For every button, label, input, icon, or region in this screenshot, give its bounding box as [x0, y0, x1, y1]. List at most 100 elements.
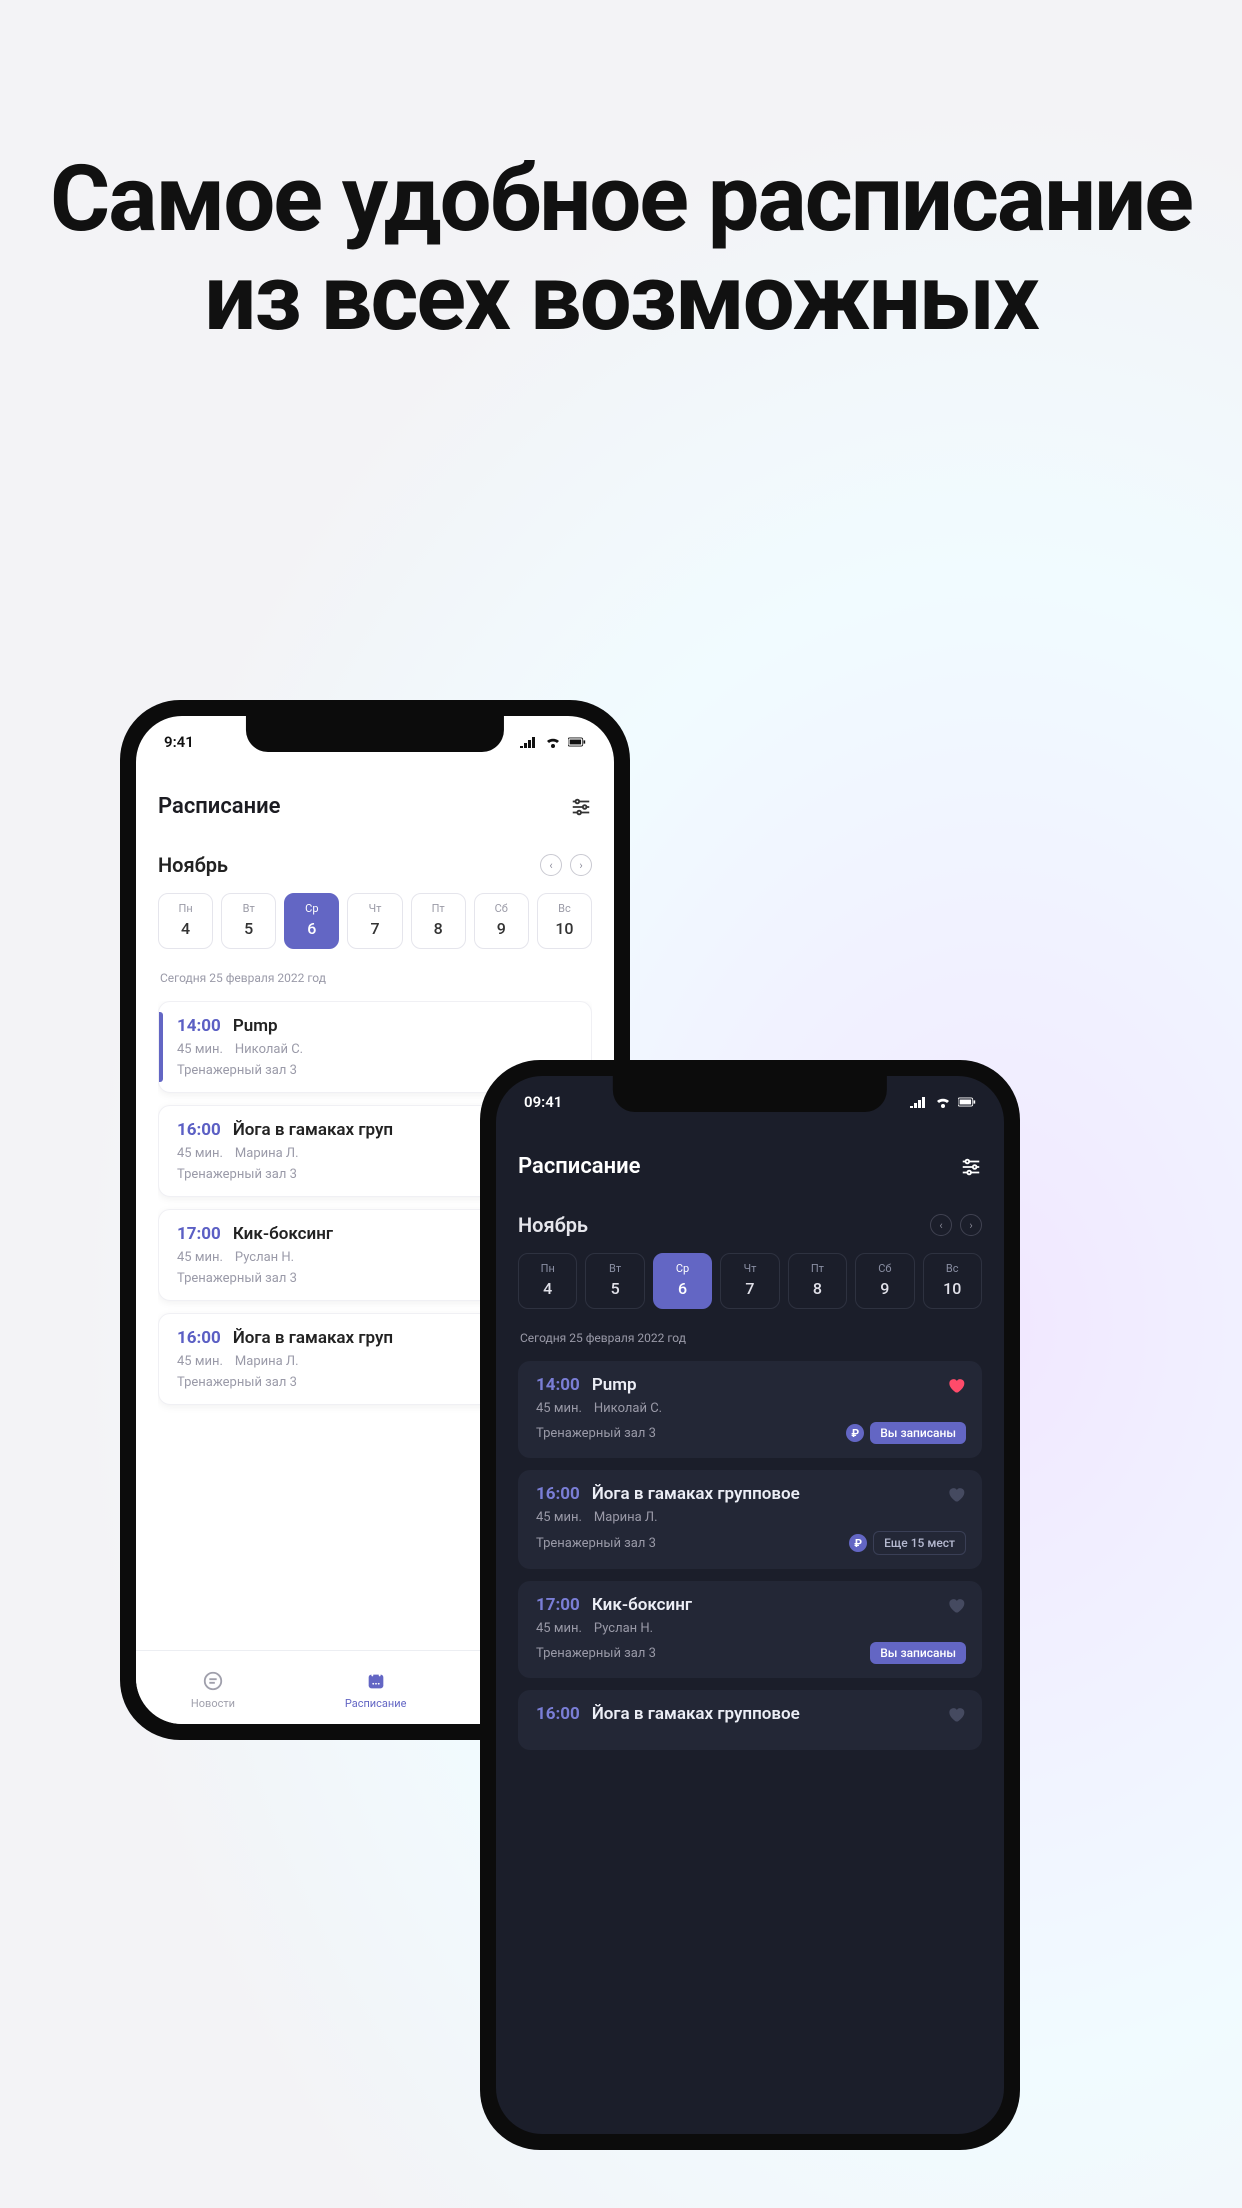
day-cell[interactable]: Ср 6 — [284, 893, 339, 949]
session-room: Тренажерный зал 3 — [177, 1167, 297, 1182]
day-dow: Ср — [285, 902, 338, 915]
page-title: Расписание — [518, 1154, 640, 1179]
day-num: 8 — [789, 1279, 846, 1298]
day-num: 8 — [412, 919, 465, 938]
day-cell[interactable]: Ср 6 — [653, 1253, 712, 1309]
session-time: 16:00 — [536, 1704, 580, 1724]
session-duration: 45 мин. — [177, 1354, 223, 1369]
session-time: 17:00 — [177, 1224, 221, 1244]
session-card[interactable]: 17:00 Кик-боксинг 45 мин. Руслан Н. Трен… — [518, 1581, 982, 1678]
day-num: 7 — [721, 1279, 778, 1298]
day-dow: Пт — [789, 1262, 846, 1275]
session-trainer: Марина Л. — [235, 1146, 299, 1161]
today-label: Сегодня 25 февраля 2022 год — [520, 1331, 982, 1345]
session-card[interactable]: 14:00 Pump 45 мин. Николай С. Тренажерны… — [518, 1361, 982, 1458]
notch — [613, 1076, 887, 1112]
day-dow: Вс — [924, 1262, 981, 1275]
day-cell[interactable]: Сб 9 — [855, 1253, 914, 1309]
session-card[interactable]: 16:00 Йога в гамаках групповое 45 мин. М… — [518, 1470, 982, 1569]
next-week-button[interactable]: › — [570, 854, 592, 876]
day-cell[interactable]: Пт 8 — [411, 893, 466, 949]
day-num: 6 — [654, 1279, 711, 1298]
day-num: 5 — [586, 1279, 643, 1298]
filter-icon[interactable] — [570, 796, 592, 818]
day-num: 10 — [924, 1279, 981, 1298]
day-cell[interactable]: Вс10 — [537, 893, 592, 949]
signal-icon — [520, 736, 538, 748]
day-cell[interactable]: Сб9 — [474, 893, 529, 949]
ruble-badge: ₽ — [849, 1534, 867, 1552]
session-time: 16:00 — [177, 1328, 221, 1348]
heart-icon[interactable] — [946, 1595, 966, 1615]
session-room: Тренажерный зал 3 — [536, 1426, 656, 1441]
status-icons — [910, 1096, 976, 1108]
session-title: Йога в гамаках групповое — [592, 1704, 934, 1724]
session-duration: 45 мин. — [536, 1401, 582, 1416]
heart-icon[interactable] — [946, 1484, 966, 1504]
day-dow: Сб — [856, 1262, 913, 1275]
tab-icon — [365, 1670, 387, 1695]
heart-icon[interactable] — [946, 1704, 966, 1724]
day-num: 7 — [348, 919, 401, 938]
next-week-button[interactable]: › — [960, 1214, 982, 1236]
day-dow: Пн — [519, 1262, 576, 1275]
day-cell[interactable]: Вс 10 — [923, 1253, 982, 1309]
session-room: Тренажерный зал 3 — [177, 1063, 297, 1078]
session-card[interactable]: 16:00 Йога в гамаках групповое — [518, 1690, 982, 1750]
wifi-icon — [934, 1096, 952, 1108]
tab-Новости[interactable]: Новости — [191, 1670, 235, 1710]
day-cell[interactable]: Вт 5 — [585, 1253, 644, 1309]
month-label: Ноябрь — [518, 1213, 588, 1237]
day-cell[interactable]: Чт 7 — [720, 1253, 779, 1309]
session-duration: 45 мин. — [177, 1146, 223, 1161]
session-trainer: Марина Л. — [594, 1510, 658, 1525]
session-time: 14:00 — [536, 1375, 580, 1395]
tab-label: Новости — [191, 1697, 235, 1710]
session-room: Тренажерный зал 3 — [177, 1375, 297, 1390]
battery-icon — [568, 736, 586, 748]
session-trainer: Руслан Н. — [235, 1250, 294, 1265]
tab-label: Расписание — [345, 1697, 407, 1710]
day-dow: Вт — [586, 1262, 643, 1275]
month-label: Ноябрь — [158, 853, 228, 877]
day-dow: Ср — [654, 1262, 711, 1275]
day-dow: Чт — [721, 1262, 778, 1275]
page-title: Расписание — [158, 794, 280, 819]
prev-week-button[interactable]: ‹ — [540, 854, 562, 876]
session-trainer: Руслан Н. — [594, 1621, 653, 1636]
battery-icon — [958, 1096, 976, 1108]
status-time: 09:41 — [524, 1093, 562, 1111]
day-cell[interactable]: Вт 5 — [221, 893, 276, 949]
prev-week-button[interactable]: ‹ — [930, 1214, 952, 1236]
heart-icon[interactable] — [946, 1375, 966, 1395]
day-dow: Пт — [412, 902, 465, 915]
session-title: Кик-боксинг — [592, 1595, 934, 1615]
wifi-icon — [544, 736, 562, 748]
day-num: 9 — [856, 1279, 913, 1298]
status-icons — [520, 736, 586, 748]
session-title: Йога в гамаках групповое — [592, 1484, 934, 1504]
filter-icon[interactable] — [960, 1156, 982, 1178]
session-trainer: Николай С. — [594, 1401, 662, 1416]
today-label: Сегодня 25 февраля 2022 год — [160, 971, 592, 985]
tab-Расписание[interactable]: Расписание — [345, 1670, 407, 1710]
session-room: Тренажерный зал 3 — [536, 1536, 656, 1551]
day-num: 4 — [159, 919, 212, 938]
day-num: 6 — [285, 919, 338, 938]
day-cell[interactable]: Пт 8 — [788, 1253, 847, 1309]
session-title: Pump — [233, 1016, 575, 1036]
day-dow: Вт — [222, 902, 275, 915]
day-cell[interactable]: Чт7 — [347, 893, 402, 949]
session-time: 14:00 — [177, 1016, 221, 1036]
day-num: 5 — [222, 919, 275, 938]
phone-dark: 09:41 Расписание Ноябрь ‹ › Пн4 Вт 5 Ср 6 Чт 7… — [480, 1060, 1020, 2150]
status-badge: Вы записаны — [870, 1642, 966, 1664]
day-dow: Сб — [475, 902, 528, 915]
tab-icon — [202, 1670, 224, 1695]
day-cell[interactable]: Пн4 — [518, 1253, 577, 1309]
session-trainer: Марина Л. — [235, 1354, 299, 1369]
session-time: 17:00 — [536, 1595, 580, 1615]
day-dow: Вс — [538, 902, 591, 915]
day-cell[interactable]: Пн4 — [158, 893, 213, 949]
session-room: Тренажерный зал 3 — [536, 1646, 656, 1661]
